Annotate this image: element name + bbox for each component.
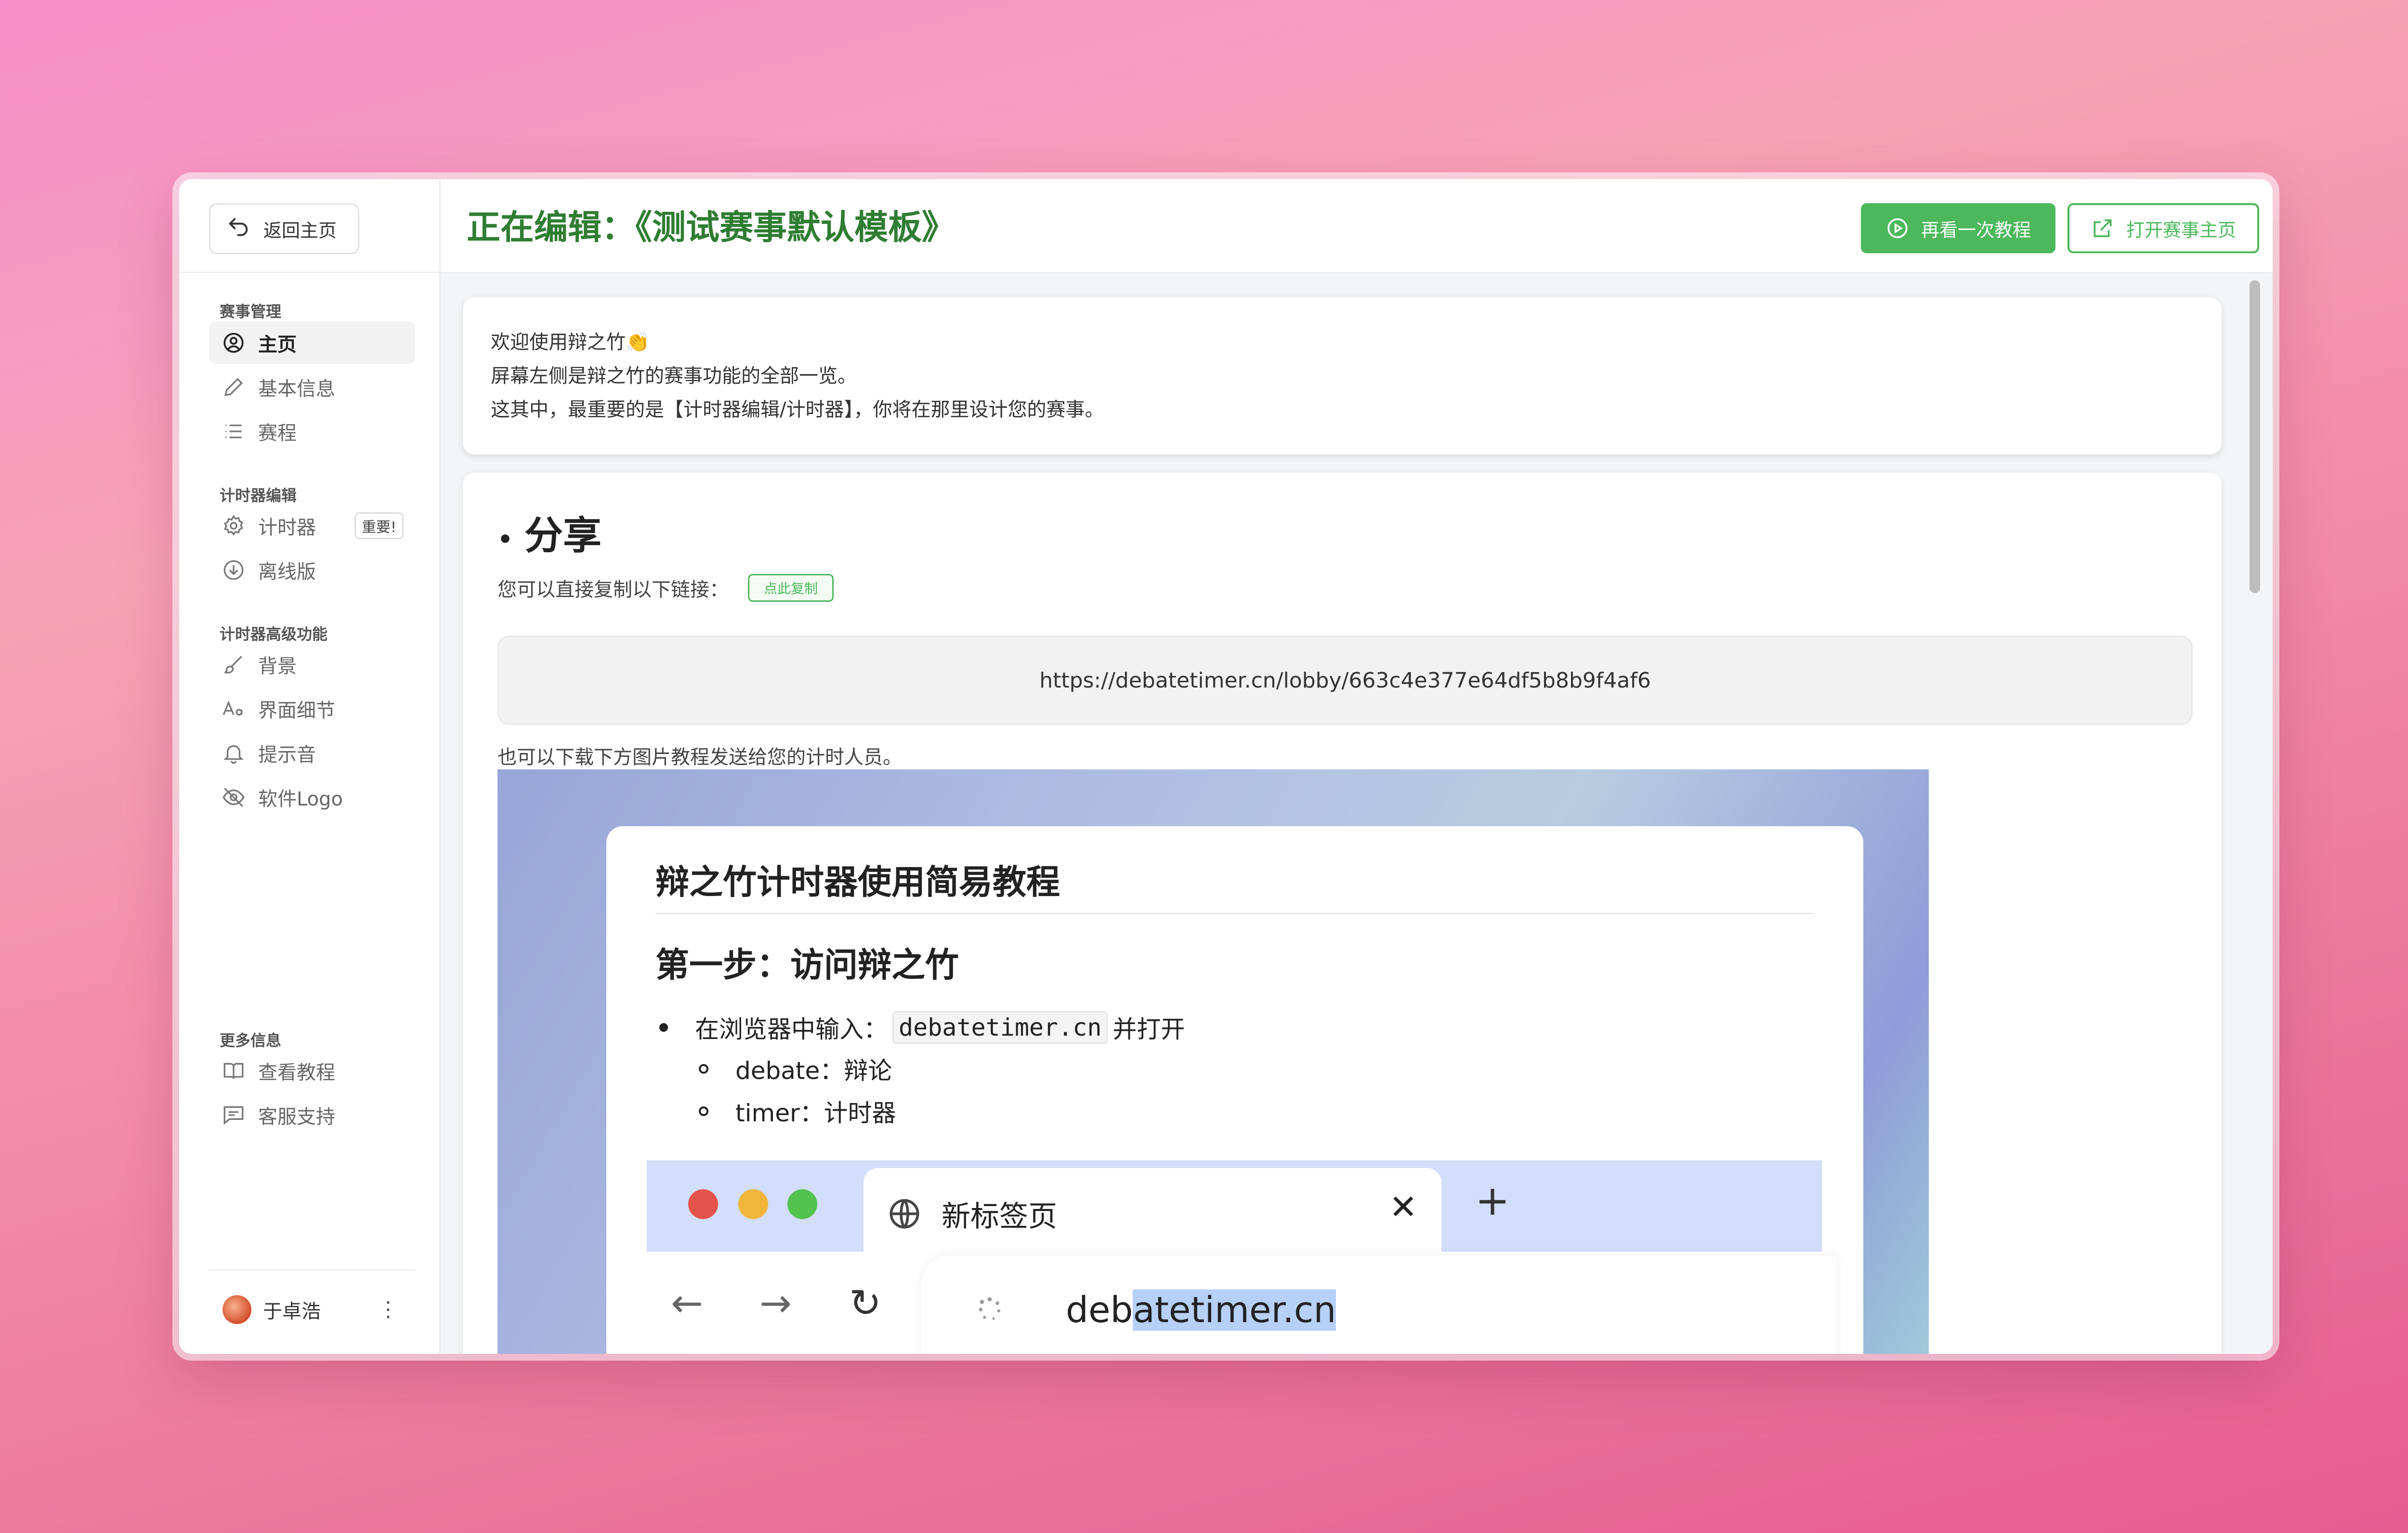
forward-icon: → [759, 1281, 792, 1325]
copy-line: 您可以直接复制以下链接： 点此复制 [497, 574, 834, 602]
section-title-match: 赛事管理 [220, 302, 282, 321]
sidebar-item-offline[interactable]: 离线版 [209, 549, 415, 591]
tutorial-title: 辩之竹计时器使用简易教程 [655, 862, 1060, 902]
sidebar: 返回主页 赛事管理 主页 基本信息 赛程 计时器编辑 计时器 重要! 离线版 计… [179, 179, 441, 1354]
list-item: 在浏览器中输入： debatetimer.cn 并打开 [659, 1010, 1185, 1045]
list-item: debate：辩论 [699, 1052, 892, 1086]
minimize-dot-icon [738, 1189, 768, 1219]
sidebar-item-schedule[interactable]: 赛程 [209, 410, 415, 453]
share-url-box[interactable]: https://debatetimer.cn/lobby/663c4e377e6… [497, 636, 2193, 725]
back-home-button[interactable]: 返回主页 [209, 203, 359, 254]
sidebar-item-label: 软件Logo [258, 788, 343, 810]
browser-tab: 新标签页 ✕ [864, 1168, 1441, 1260]
user-name: 于卓浩 [263, 1300, 321, 1323]
important-badge: 重要! [354, 512, 404, 539]
sidebar-item-support[interactable]: 客服支持 [209, 1094, 415, 1136]
share-card: • 分享 您可以直接复制以下链接： 点此复制 https://debatetime… [463, 473, 2222, 1354]
main-content: 欢迎使用辩之竹👏 屏幕左侧是辩之竹的赛事功能的全部一览。 这其中，最重要的是【计… [441, 273, 2273, 1354]
sidebar-item-label: 界面细节 [258, 700, 335, 722]
address-bar: debatetimer.cn [921, 1256, 1836, 1354]
maximize-dot-icon [787, 1189, 817, 1219]
sidebar-item-label: 背景 [258, 655, 297, 677]
rewatch-tutorial-button[interactable]: 再看一次教程 [1861, 203, 2055, 253]
eye-off-icon [222, 788, 245, 807]
brush-icon [224, 656, 242, 674]
welcome-card: 欢迎使用辩之竹👏 屏幕左侧是辩之竹的赛事功能的全部一览。 这其中，最重要的是【计… [463, 298, 2222, 455]
domain-code: debatetimer.cn [892, 1011, 1108, 1044]
page-title: 正在编辑：《测试赛事默认模板》 [467, 207, 955, 247]
section-title-more: 更多信息 [220, 1031, 282, 1050]
open-match-home-button[interactable]: 打开赛事主页 [2068, 203, 2259, 253]
sidebar-item-sound[interactable]: 提示音 [209, 732, 415, 774]
tutorial-step-1: 第一步：访问辩之竹 [655, 945, 959, 985]
list-item: timer：计时器 [699, 1094, 896, 1129]
bell-icon [223, 745, 244, 764]
list-icon [225, 424, 242, 439]
tutorial-image: 辩之竹计时器使用简易教程 第一步：访问辩之竹 在浏览器中输入： debateti… [497, 769, 1929, 1354]
copy-link-button[interactable]: 点此复制 [748, 574, 834, 602]
welcome-line-1: 欢迎使用辩之竹👏 [491, 331, 650, 353]
tutorial-divider [655, 913, 1814, 914]
sidebar-item-label: 赛程 [258, 422, 297, 444]
download-icon [223, 560, 244, 580]
close-dot-icon [688, 1189, 718, 1219]
sidebar-item-home[interactable]: 主页 [209, 322, 415, 364]
tab-title: 新标签页 [942, 1199, 1057, 1234]
sidebar-item-label: 提示音 [258, 744, 316, 766]
section-title-timer-edit: 计时器编辑 [220, 486, 297, 505]
user-circle-icon [223, 333, 244, 353]
sidebar-item-timer[interactable]: 计时器 重要! [209, 505, 415, 547]
sidebar-item-label: 主页 [258, 334, 297, 356]
more-menu-icon[interactable]: ⋮ [378, 1295, 399, 1324]
gear-icon [223, 515, 243, 536]
sidebar-item-tutorial[interactable]: 查看教程 [209, 1050, 415, 1092]
back-icon: ← [671, 1281, 704, 1325]
font-icon [222, 701, 243, 716]
open-match-home-label: 打开赛事主页 [2126, 219, 2236, 241]
sidebar-item-label: 查看教程 [258, 1062, 335, 1084]
sidebar-item-label: 离线版 [258, 561, 316, 583]
share-heading: • 分享 [497, 513, 602, 558]
globe-icon [890, 1199, 919, 1229]
rewatch-tutorial-label: 再看一次教程 [1921, 219, 2031, 241]
plus-icon: + [1475, 1177, 1510, 1225]
user-profile[interactable]: 于卓浩 [222, 1295, 321, 1324]
welcome-line-2: 屏幕左侧是辩之竹的赛事功能的全部一览。 [491, 365, 857, 387]
share-url: https://debatetimer.cn/lobby/663c4e377e6… [1039, 668, 1651, 693]
play-circle-icon [1887, 218, 1908, 238]
browser-mockup: 新标签页 ✕ + ← → ↻ debatetimer.cn [647, 1160, 1836, 1354]
sidebar-item-basic-info[interactable]: 基本信息 [209, 366, 415, 408]
back-home-label: 返回主页 [263, 220, 337, 241]
sidebar-item-label: 基本信息 [258, 378, 335, 400]
close-icon: ✕ [1389, 1187, 1417, 1227]
copy-instruction: 您可以直接复制以下链接： [497, 579, 729, 601]
scrollbar[interactable] [2250, 280, 2260, 593]
sidebar-item-logo[interactable]: 软件Logo [209, 776, 415, 818]
sidebar-item-label: 计时器 [258, 517, 316, 539]
sidebar-divider [179, 272, 439, 273]
download-instruction: 也可以下载下方图片教程发送给您的计时人员。 [497, 746, 902, 768]
browser-tabstrip: 新标签页 ✕ + [647, 1160, 1822, 1260]
browser-navrow: ← → ↻ debatetimer.cn [647, 1252, 1836, 1354]
sidebar-item-ui-details[interactable]: 界面细节 [209, 688, 415, 730]
back-arrow-icon [226, 214, 251, 244]
header: 正在编辑：《测试赛事默认模板》 再看一次教程 打开赛事主页 [441, 179, 2273, 273]
section-title-advanced: 计时器高级功能 [220, 625, 328, 643]
external-link-icon [2094, 219, 2112, 237]
sidebar-item-label: 客服支持 [258, 1106, 335, 1128]
loading-icon [979, 1297, 1000, 1320]
book-icon [223, 1063, 244, 1079]
welcome-line-3: 这其中，最重要的是【计时器编辑/计时器】，你将在那里设计您的赛事。 [491, 399, 1104, 421]
tutorial-card: 辩之竹计时器使用简易教程 第一步：访问辩之竹 在浏览器中输入： debateti… [606, 826, 1863, 1354]
pencil-icon [224, 377, 243, 396]
app-window: 返回主页 赛事管理 主页 基本信息 赛程 计时器编辑 计时器 重要! 离线版 计… [179, 179, 2273, 1354]
sidebar-bottom-divider [209, 1269, 415, 1271]
refresh-icon: ↻ [849, 1281, 882, 1325]
address-text: debatetimer.cn [1066, 1289, 1336, 1331]
chat-icon [223, 1106, 244, 1125]
avatar [222, 1295, 251, 1324]
sidebar-item-background[interactable]: 背景 [209, 643, 415, 686]
